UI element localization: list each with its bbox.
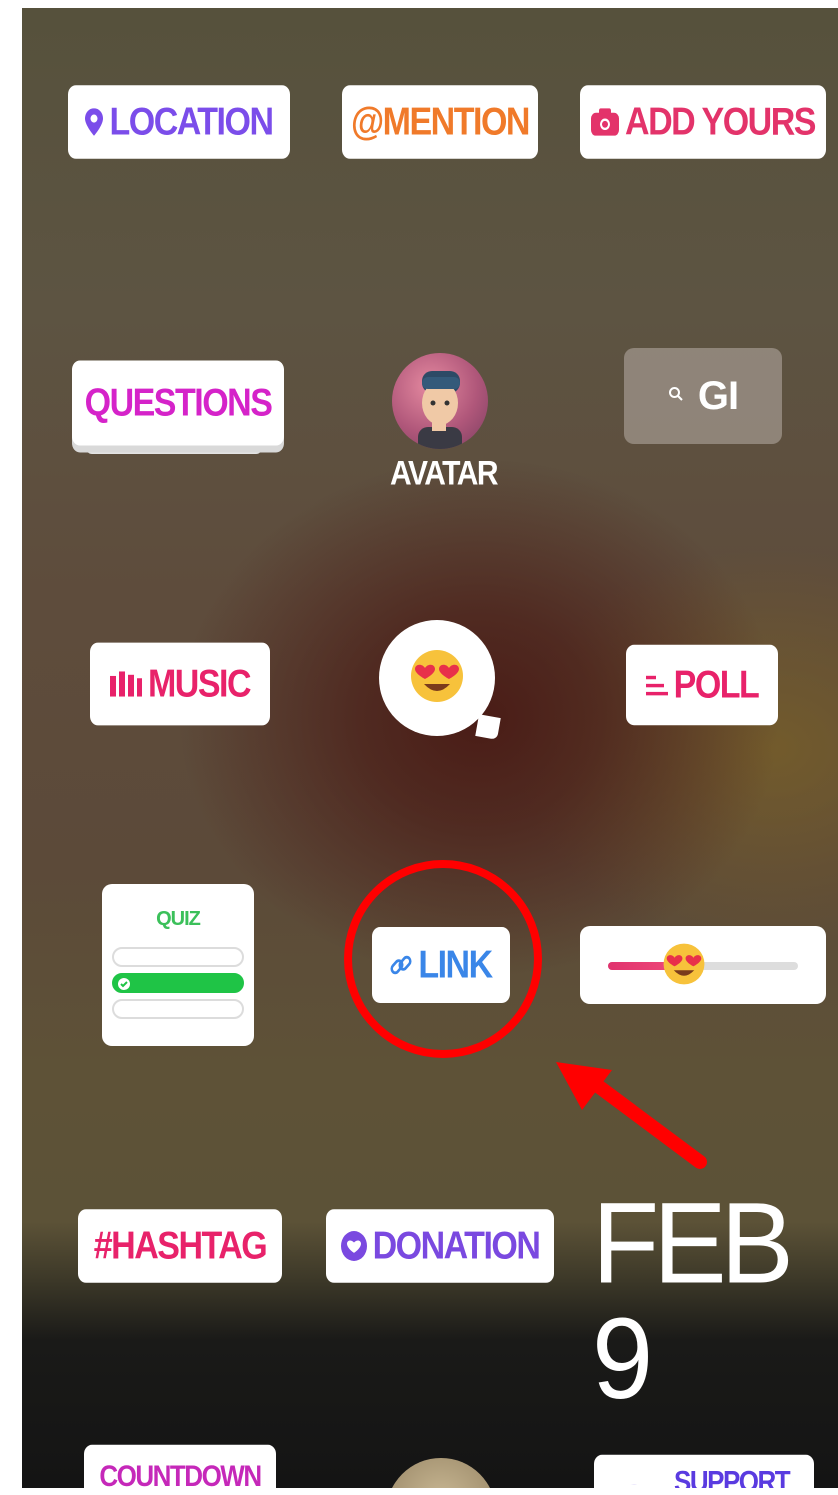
avatar-label: AVATAR [390, 454, 499, 493]
avatar-sticker[interactable]: AVATAR [390, 353, 499, 493]
poll-lines-icon [645, 674, 668, 697]
audio-bars-icon [109, 671, 142, 697]
donation-sticker[interactable]: DONATION [326, 1209, 554, 1283]
music-label: MUSIC [147, 661, 252, 706]
camera-icon [591, 108, 620, 136]
countdown-sticker[interactable]: COUNTDOWN [84, 1444, 276, 1488]
quiz-option [112, 947, 244, 967]
hashtag-label: #HASHTAG [93, 1223, 268, 1268]
donation-label: DONATION [372, 1223, 541, 1268]
music-sticker[interactable]: MUSIC [90, 642, 270, 726]
quiz-option-correct [112, 973, 244, 993]
heart-eyes-emoji-icon[interactable] [662, 942, 706, 991]
quiz-title: QUIZ [156, 908, 201, 930]
questions-card: QUESTIONS [72, 360, 284, 446]
check-icon [118, 977, 130, 995]
mention-sticker[interactable]: @MENTION [342, 85, 538, 159]
sticker-tray: LOCATION @MENTION ADD YOURS QUESTIONS AV… [22, 8, 838, 1488]
support-sticker[interactable]: SUPPORT [594, 1454, 814, 1488]
map-pin-icon [85, 108, 104, 136]
heart-badge-icon [340, 1231, 367, 1261]
location-sticker[interactable]: LOCATION [68, 85, 290, 159]
hashtag-sticker[interactable]: #HASHTAG [78, 1209, 282, 1283]
poll-label: POLL [673, 662, 760, 707]
countdown-label: COUNTDOWN [99, 1458, 262, 1488]
questions-sticker[interactable]: QUESTIONS [72, 360, 284, 466]
add-yours-sticker[interactable]: ADD YOURS [580, 85, 826, 159]
highlight-circle-annotation [344, 860, 542, 1058]
quiz-sticker[interactable]: QUIZ [102, 884, 254, 1046]
support-badge-icon [612, 1464, 656, 1488]
questions-label: QUESTIONS [84, 380, 273, 425]
search-icon [668, 386, 684, 407]
round-sticker[interactable] [386, 1458, 496, 1488]
emoji-slider-sticker[interactable] [580, 926, 826, 1004]
gif-search-label: GI [697, 373, 739, 418]
slider-track [608, 943, 798, 985]
emoji-reaction-sticker[interactable] [379, 620, 495, 736]
poll-sticker[interactable]: POLL [626, 644, 778, 726]
date-sticker[interactable]: FEB 9 [592, 1185, 838, 1417]
add-yours-label: ADD YOURS [625, 99, 816, 144]
location-label: LOCATION [109, 99, 274, 144]
quiz-option [112, 999, 244, 1019]
heart-eyes-emoji-icon [409, 648, 465, 709]
avatar-image [392, 353, 488, 449]
mention-label: @MENTION [351, 99, 530, 144]
gif-search-sticker[interactable]: GI [624, 348, 782, 444]
support-label: SUPPORT [674, 1463, 791, 1488]
